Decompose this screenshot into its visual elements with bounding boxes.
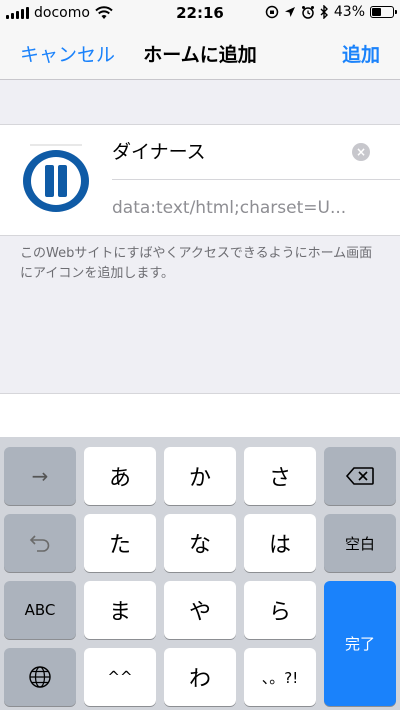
key-emoticon-label: ^^ (107, 668, 133, 686)
diners-club-logo-icon (20, 143, 92, 215)
space-key-label: 空白 (344, 534, 375, 553)
key-emoticon[interactable]: ^^ (84, 648, 156, 706)
add-button[interactable]: 追加 (342, 40, 380, 67)
backspace-icon (345, 467, 374, 485)
rotation-lock-icon (265, 5, 279, 19)
done-key[interactable]: 完了 (324, 581, 396, 706)
key-ya[interactable]: や (164, 581, 236, 639)
divider (112, 179, 400, 180)
status-bar: docomo 22:16 43% (0, 0, 400, 26)
key-wa[interactable]: わ (164, 648, 236, 706)
key-ka[interactable]: か (164, 447, 236, 505)
delete-key[interactable] (324, 447, 396, 505)
key-ha[interactable]: は (244, 514, 316, 572)
status-right: 43% (265, 4, 397, 20)
keyboard: → あ か さ た な は 空白 ABC ま や ら 完了 ^^ わ 、。?! (0, 437, 400, 710)
key-sa[interactable]: さ (244, 447, 316, 505)
battery-percent: 43% (333, 4, 365, 20)
nav-bar: キャンセル ホームに追加 追加 (0, 26, 400, 80)
description-text: このWebサイトにすばやくアクセスできるようにホーム画面にアイコンを追加します。 (20, 246, 373, 281)
bluetooth-icon (320, 5, 328, 19)
key-na[interactable]: な (164, 514, 236, 572)
done-key-label: 完了 (344, 635, 375, 653)
key-punctuation-label: 、。?! (261, 668, 299, 687)
globe-key[interactable] (4, 648, 76, 706)
undo-icon (29, 535, 50, 552)
space-key[interactable]: 空白 (324, 514, 396, 572)
bookmark-card: data:text/html;charset=U... (0, 124, 400, 236)
page-title: ホームに追加 (143, 44, 257, 66)
abc-key[interactable]: ABC (4, 581, 76, 639)
key-ma[interactable]: ま (84, 581, 156, 639)
location-icon (284, 7, 295, 17)
globe-icon (29, 666, 51, 688)
next-candidate-key[interactable]: → (4, 447, 76, 505)
bookmark-url: data:text/html;charset=U... (112, 198, 347, 218)
key-punctuation[interactable]: 、。?! (244, 648, 316, 706)
battery-fill (372, 8, 381, 16)
undo-key[interactable] (4, 514, 76, 572)
key-a[interactable]: あ (84, 447, 156, 505)
key-ra[interactable]: ら (244, 581, 316, 639)
content-area (0, 393, 400, 437)
key-ta[interactable]: た (84, 514, 156, 572)
battery-icon (370, 6, 397, 18)
alarm-icon (301, 6, 314, 19)
bookmark-name-input[interactable] (112, 139, 342, 161)
arrow-right-icon: → (31, 464, 49, 488)
abc-key-label: ABC (24, 601, 56, 619)
clear-text-icon[interactable]: × (352, 143, 370, 161)
